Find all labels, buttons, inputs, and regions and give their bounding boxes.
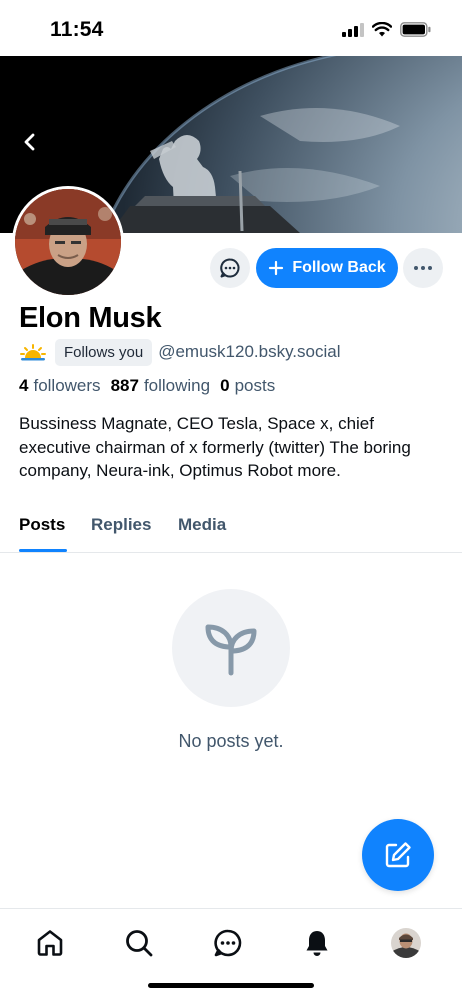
- home-indicator: [148, 983, 314, 988]
- ellipsis-icon: [414, 266, 432, 270]
- back-button[interactable]: [14, 126, 46, 158]
- sunrise-emoji-icon: [20, 344, 46, 361]
- edit-icon: [385, 842, 411, 868]
- profile-avatar[interactable]: [12, 186, 124, 298]
- tab-media[interactable]: Media: [178, 515, 226, 535]
- display-name: Elon Musk: [19, 302, 162, 334]
- wifi-icon: [372, 22, 392, 37]
- status-bar: 11:54: [0, 0, 462, 56]
- user-handle: @emusk120.bsky.social: [158, 342, 341, 361]
- posts-label: posts: [234, 376, 276, 395]
- plus-icon: [269, 260, 284, 276]
- status-time: 11:54: [50, 18, 104, 41]
- status-icons: [342, 22, 432, 37]
- profile-stats: 4 followers 887 following 0 posts: [19, 376, 285, 396]
- follow-back-label: Follow Back: [292, 259, 386, 276]
- follows-you-badge: Follows you: [55, 338, 153, 366]
- nav-chat[interactable]: [208, 923, 248, 963]
- nav-profile[interactable]: [386, 923, 426, 963]
- chevron-left-icon: [24, 133, 35, 151]
- posts-count: 0: [220, 376, 230, 395]
- more-options-button[interactable]: [403, 248, 443, 288]
- profile-avatar-small: [391, 928, 421, 958]
- home-icon: [37, 930, 63, 956]
- follow-back-button[interactable]: Follow Back: [256, 248, 398, 288]
- empty-state-illustration: [172, 589, 290, 707]
- followers-label[interactable]: followers: [33, 376, 100, 396]
- bell-icon: [306, 931, 328, 956]
- active-tab-indicator: [19, 549, 67, 552]
- nav-search[interactable]: [119, 923, 159, 963]
- battery-icon: [400, 22, 431, 37]
- handle-row: Follows you @emusk120.bsky.social: [19, 338, 341, 366]
- message-button[interactable]: [210, 248, 250, 288]
- compose-post-button[interactable]: [362, 819, 434, 891]
- following-count[interactable]: 887: [111, 376, 139, 396]
- followers-count[interactable]: 4: [19, 376, 28, 396]
- sprout-icon: [205, 624, 257, 676]
- tab-posts[interactable]: Posts: [19, 515, 65, 535]
- chat-bubble-icon: [220, 258, 240, 278]
- nav-home[interactable]: [30, 923, 70, 963]
- profile-tabs: Posts Replies Media: [0, 500, 462, 553]
- following-label[interactable]: following: [144, 376, 210, 396]
- search-icon: [126, 930, 153, 957]
- avatar-image: [15, 189, 121, 295]
- cellular-signal-icon: [342, 22, 364, 37]
- nav-notifications[interactable]: [297, 923, 337, 963]
- empty-state-message: No posts yet.: [178, 731, 284, 751]
- tab-replies[interactable]: Replies: [91, 515, 151, 535]
- profile-bio: Bussiness Magnate, CEO Tesla, Space x, c…: [19, 414, 411, 480]
- chat-icon: [214, 929, 242, 957]
